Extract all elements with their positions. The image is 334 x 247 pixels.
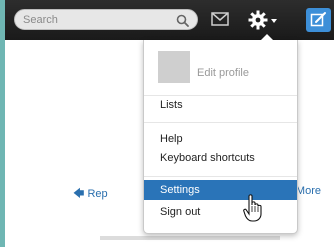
hand-pointer-cursor-icon bbox=[243, 194, 262, 222]
app-window: 🡄 Rep • More Edit profile Lists Help Key… bbox=[5, 0, 334, 247]
menu-item-sign-out[interactable]: Sign out bbox=[144, 202, 297, 222]
menu-item-keyboard-shortcuts[interactable]: Keyboard shortcuts bbox=[144, 148, 297, 168]
divider bbox=[100, 236, 280, 240]
caret-down-icon bbox=[271, 19, 277, 23]
more-label: More bbox=[295, 185, 321, 197]
dropdown-pointer bbox=[261, 34, 273, 40]
compose-icon bbox=[310, 12, 326, 27]
menu-divider bbox=[144, 122, 297, 123]
menu-divider bbox=[144, 176, 297, 177]
menu-item-label: Help bbox=[160, 133, 183, 145]
menu-item-label: Sign out bbox=[160, 206, 201, 218]
menu-item-label: Keyboard shortcuts bbox=[160, 152, 255, 164]
reply-arrow-icon: 🡄 bbox=[73, 188, 85, 200]
reply-label: Rep bbox=[87, 188, 108, 200]
edit-profile-label: Edit profile bbox=[197, 67, 249, 79]
menu-item-lists[interactable]: Lists bbox=[144, 95, 297, 115]
avatar bbox=[158, 51, 190, 83]
menu-item-settings[interactable]: Settings bbox=[144, 180, 297, 200]
top-navigation-bar bbox=[5, 0, 334, 40]
menu-item-help[interactable]: Help bbox=[144, 129, 297, 149]
search-input[interactable] bbox=[23, 12, 173, 27]
settings-menu-toggle[interactable] bbox=[246, 8, 282, 32]
mail-icon[interactable] bbox=[211, 12, 229, 26]
search-box[interactable] bbox=[14, 9, 198, 30]
menu-item-label: Settings bbox=[160, 184, 200, 196]
search-icon[interactable] bbox=[176, 14, 189, 27]
menu-item-label: Lists bbox=[160, 99, 183, 111]
edit-profile-item[interactable]: Edit profile bbox=[144, 46, 297, 94]
gear-icon bbox=[248, 10, 268, 30]
compose-tweet-button[interactable] bbox=[306, 8, 331, 32]
reply-link[interactable]: 🡄 Rep bbox=[73, 185, 108, 204]
settings-dropdown-menu: Edit profile Lists Help Keyboard shortcu… bbox=[143, 34, 298, 234]
